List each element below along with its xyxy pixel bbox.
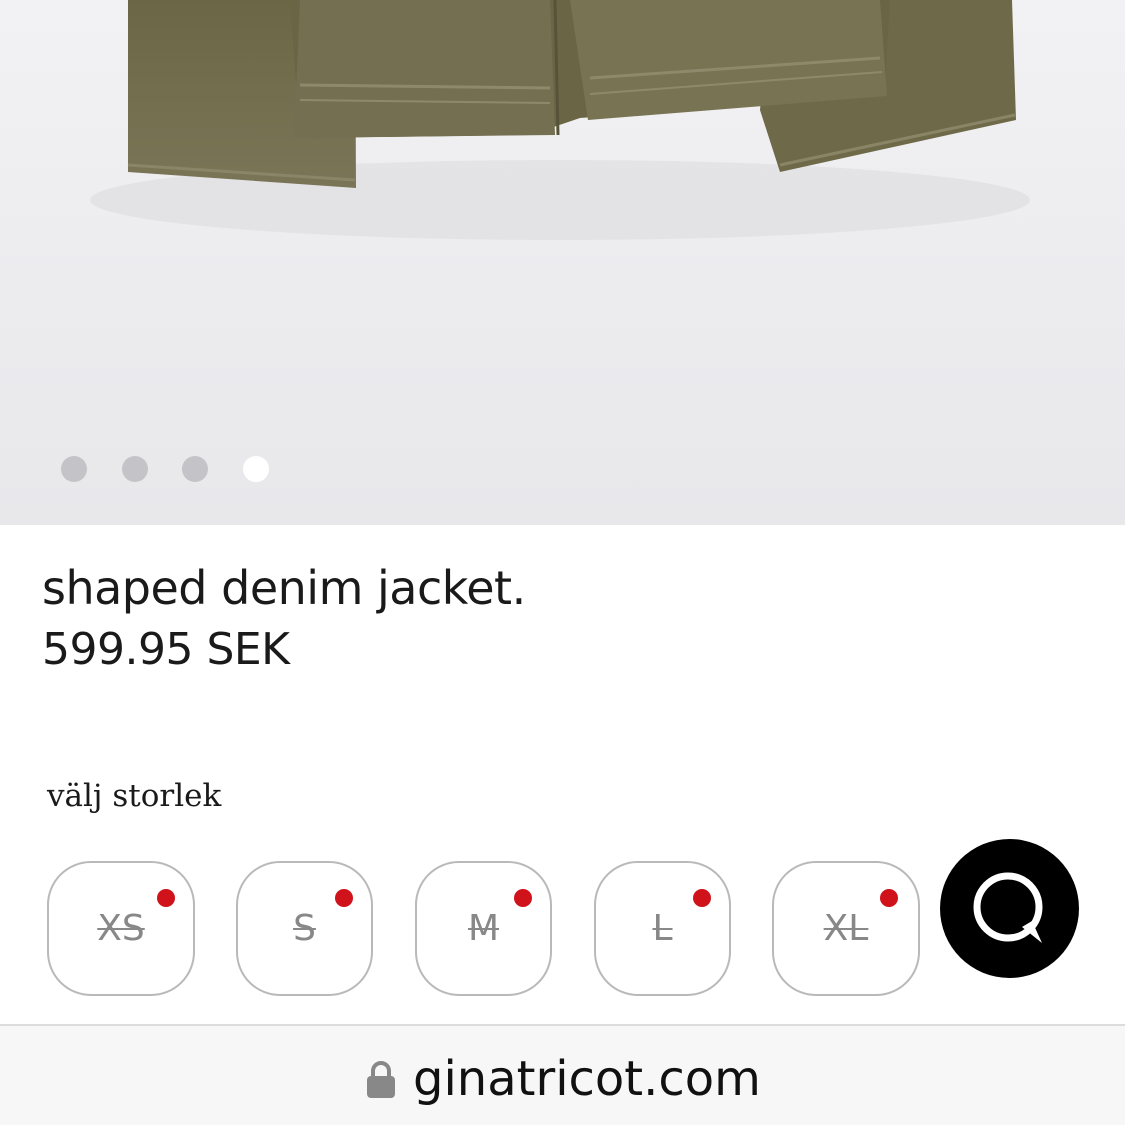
size-option-xs[interactable]: XS [47, 861, 195, 996]
size-label: M [467, 908, 500, 949]
lock-icon [367, 1061, 395, 1098]
size-option-xl[interactable]: XL [772, 861, 920, 996]
size-option-l[interactable]: L [594, 861, 731, 996]
size-option-s[interactable]: S [236, 861, 373, 996]
size-label: S [293, 908, 316, 949]
carousel-dot-active[interactable] [243, 456, 269, 482]
size-label: XL [823, 908, 869, 949]
product-title: shaped denim jacket. [42, 561, 526, 615]
size-label: XS [97, 908, 145, 949]
out-of-stock-indicator [693, 889, 711, 907]
product-image[interactable] [0, 0, 1125, 525]
url-text: ginatricot.com [413, 1051, 761, 1107]
browser-address-bar[interactable]: ginatricot.com [0, 1024, 1125, 1125]
product-price: 599.95 SEK [42, 624, 290, 675]
chat-bubble-icon [973, 872, 1043, 943]
carousel-dot[interactable] [122, 456, 148, 482]
carousel-dot[interactable] [61, 456, 87, 482]
out-of-stock-indicator [514, 889, 532, 907]
size-selector-label: välj storlek [47, 778, 222, 814]
jacket-illustration [90, 0, 1030, 240]
out-of-stock-indicator [157, 889, 175, 907]
size-option-m[interactable]: M [415, 861, 552, 996]
out-of-stock-indicator [335, 889, 353, 907]
out-of-stock-indicator [880, 889, 898, 907]
chat-button[interactable] [940, 839, 1079, 978]
size-label: L [652, 908, 673, 949]
carousel-dot[interactable] [182, 456, 208, 482]
